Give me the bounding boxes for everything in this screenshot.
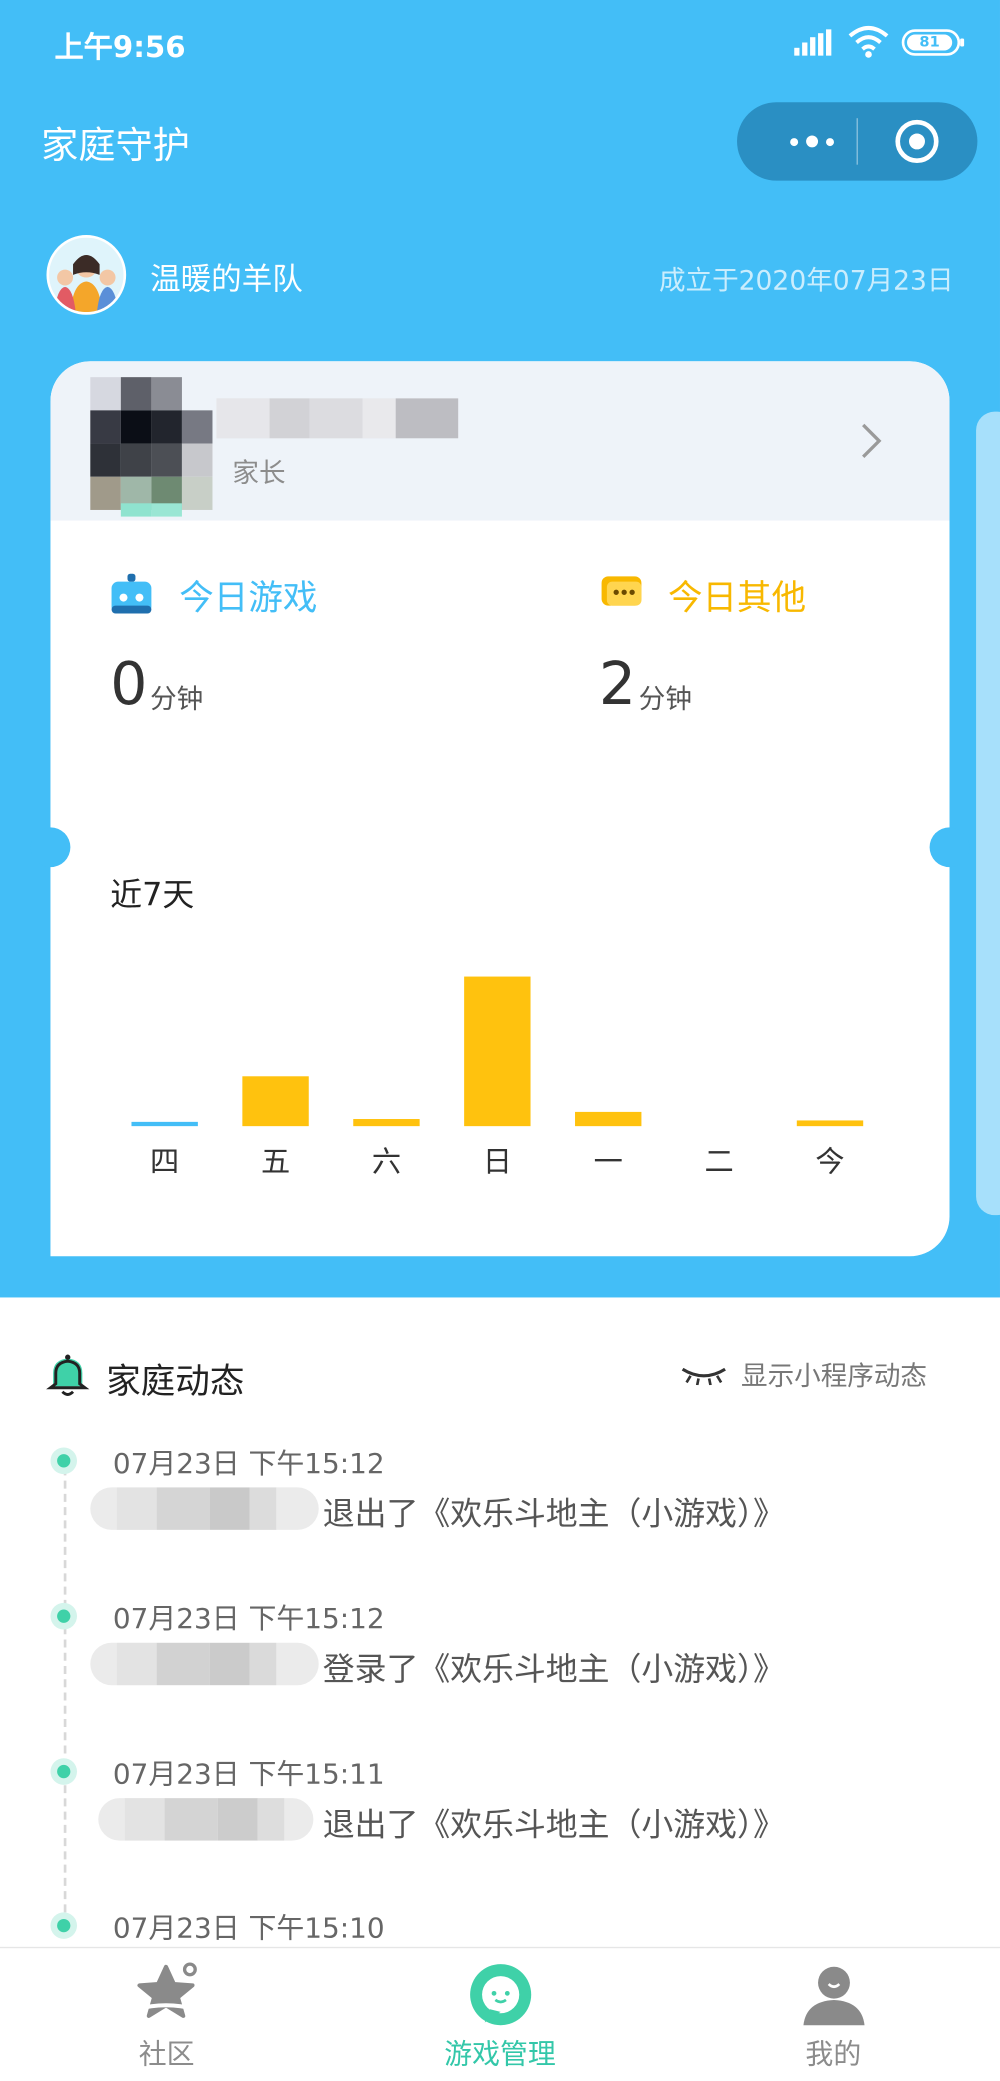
tab-game-management[interactable]: 游戏管理 <box>333 1948 666 2081</box>
more-dot-icon <box>789 137 798 146</box>
timeline-line <box>63 1467 67 1913</box>
feed-item-time: 07月23日 下午15:11 <box>112 1758 385 1791</box>
member-avatar-blurred <box>90 377 216 517</box>
more-button[interactable] <box>769 102 854 180</box>
battery-icon: 81 <box>901 29 965 56</box>
user-name-blurred <box>90 1487 319 1530</box>
more-dot-icon <box>805 135 818 148</box>
app-screen: 上午9:56 81 家庭守护 温暖的羊队 成立于2020年07月23日 家长 今… <box>0 0 1000 2081</box>
week-usage-chart: 四五六日一二今 <box>131 976 864 1178</box>
tab-community-label: 社区 <box>138 2038 195 2071</box>
user-name-blurred <box>90 1642 319 1686</box>
avatar-illustration-icon <box>49 237 124 313</box>
chart-bar <box>796 1120 864 1127</box>
member-name-blurred <box>216 398 459 439</box>
feed-item-time: 07月23日 下午15:12 <box>112 1447 385 1480</box>
chart-tick-label: 日 <box>483 1144 512 1178</box>
feed-item-text: 退出了《欢乐斗地主（小游戏）》 <box>322 1806 785 1844</box>
today-other-value: 2 <box>598 650 637 719</box>
team-avatar[interactable] <box>46 235 127 315</box>
chart-bar <box>575 1111 642 1127</box>
timeline-dot <box>50 1758 78 1785</box>
page-title: 家庭守护 <box>41 123 190 168</box>
chat-bubble-icon <box>469 1964 531 2026</box>
user-profile-icon <box>802 1966 864 2026</box>
show-miniprogram-toggle[interactable]: 显示小程序动态 <box>741 1355 927 1394</box>
week-title: 近7天 <box>110 876 195 914</box>
chart-bar <box>353 1119 420 1127</box>
chart-bar <box>131 1121 198 1127</box>
robot-game-icon <box>111 573 152 614</box>
team-founded-date: 成立于2020年07月23日 <box>658 264 954 297</box>
member-role: 家长 <box>232 456 286 489</box>
star-community-icon <box>135 1962 197 2018</box>
chart-tick-label: 今 <box>815 1144 844 1178</box>
status-time: 上午9:56 <box>54 31 186 66</box>
tab-mine-label: 我的 <box>805 2038 862 2071</box>
team-name: 温暖的羊队 <box>150 262 303 298</box>
chart-tick-label: 二 <box>705 1144 734 1178</box>
today-game-unit: 分钟 <box>150 682 204 715</box>
close-miniprogram-button[interactable] <box>894 118 940 164</box>
tab-game-management-label: 游戏管理 <box>444 2038 556 2071</box>
chart-tick-label: 四 <box>150 1144 179 1178</box>
bottom-tab-bar: 社区 游戏管理 我的 <box>0 1946 1000 2081</box>
timeline-dot <box>50 1447 78 1475</box>
member-card: 家长 今日游戏 0 分钟 今日其他 2 分钟 近7天 四 五 六 日 一 二 今 <box>50 361 950 1257</box>
signal-icon <box>794 29 832 56</box>
tab-community[interactable]: 社区 <box>0 1948 333 2081</box>
tab-mine[interactable]: 我的 <box>667 1948 1000 2081</box>
today-game-label: 今日游戏 <box>179 579 318 619</box>
feed-item-time: 07月23日 下午15:12 <box>112 1602 385 1635</box>
card-notch-right <box>929 827 970 868</box>
feed-item-time: 07月23日 下午15:10 <box>112 1912 385 1945</box>
bell-icon <box>46 1354 90 1396</box>
eye-closed-icon[interactable] <box>680 1364 728 1386</box>
timeline-dot <box>50 1602 78 1630</box>
chart-tick-label: 六 <box>372 1144 401 1178</box>
user-name-blurred <box>98 1798 314 1841</box>
today-game-value: 0 <box>110 650 148 719</box>
battery-level: 81 <box>907 34 953 51</box>
next-card-peek[interactable] <box>976 411 1000 1216</box>
more-dot-icon <box>825 137 834 146</box>
feed-title: 家庭动态 <box>106 1362 245 1403</box>
chart-bar <box>242 1076 309 1127</box>
chevron-right-icon <box>862 423 882 459</box>
miniprogram-capsule <box>737 102 978 181</box>
chart-tick-label: 一 <box>594 1144 623 1178</box>
today-other-label: 今日其他 <box>667 579 807 619</box>
chart-tick-label: 五 <box>261 1144 290 1178</box>
chart-bar <box>464 976 531 1127</box>
timeline-dot <box>50 1912 78 1939</box>
wifi-icon <box>848 25 889 58</box>
today-other-unit: 分钟 <box>638 682 692 715</box>
member-row[interactable]: 家长 <box>50 361 950 521</box>
feed-item-text: 退出了《欢乐斗地主（小游戏）》 <box>322 1495 785 1533</box>
capsule-divider <box>856 118 858 165</box>
message-icon <box>601 576 642 606</box>
feed-item-text: 登录了《欢乐斗地主（小游戏）》 <box>322 1650 785 1688</box>
card-notch-left <box>30 827 71 868</box>
